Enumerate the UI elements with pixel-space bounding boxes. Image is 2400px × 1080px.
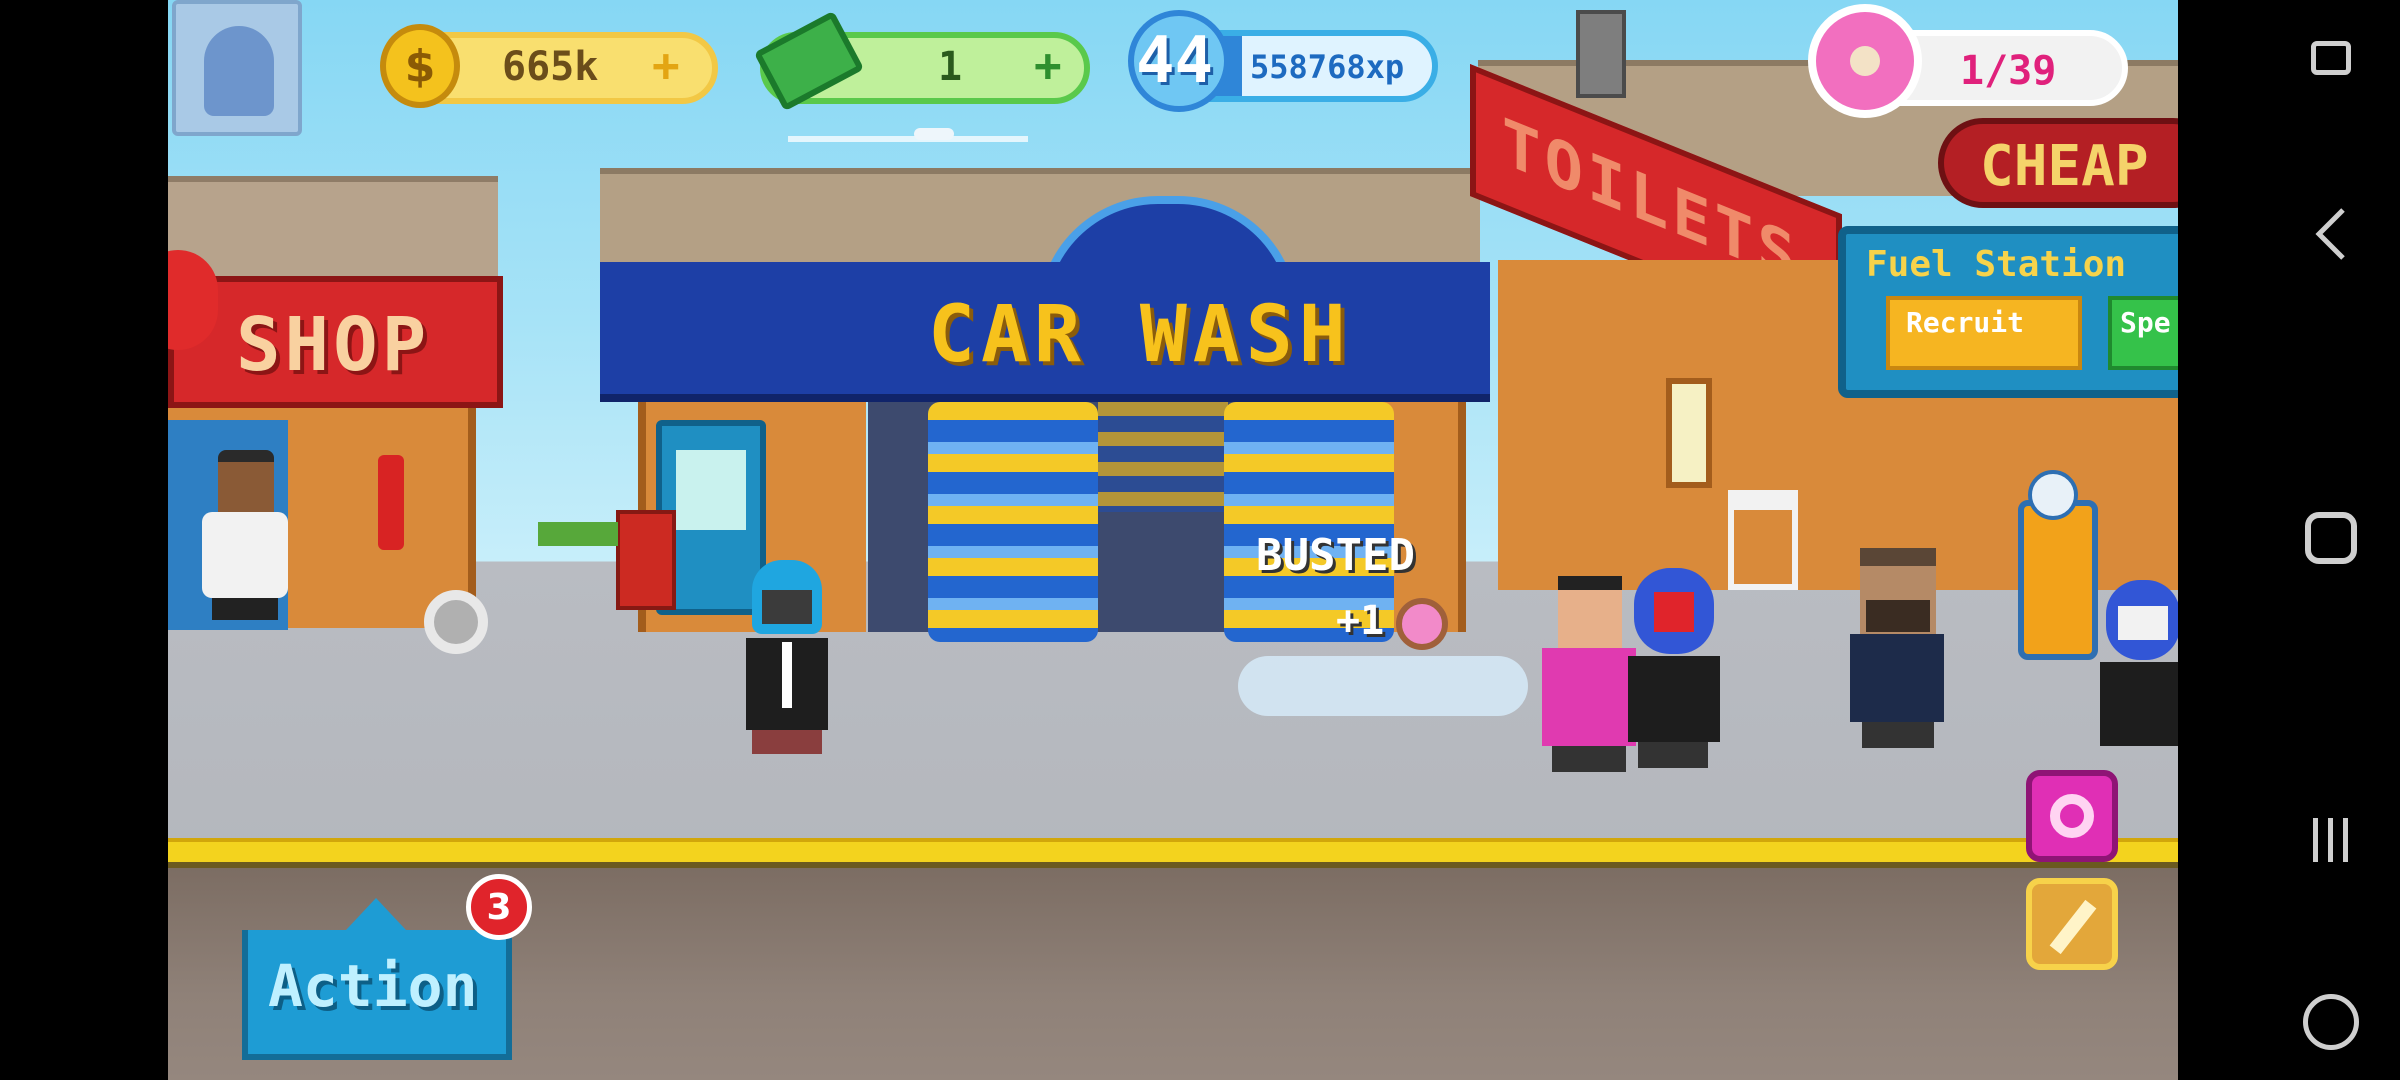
donut-icon	[1396, 598, 1448, 650]
action-notification-badge: 3	[466, 874, 532, 940]
airplane-icon	[788, 136, 1028, 142]
road-yellow-line	[168, 838, 2178, 868]
puddle	[1238, 656, 1528, 716]
coins-add-button[interactable]: +	[652, 38, 680, 92]
white-chair	[1728, 490, 1798, 590]
toilets-window	[1666, 378, 1712, 488]
fuel-pump-light	[2028, 470, 2078, 520]
avatar-silhouette-icon	[204, 26, 274, 116]
gang-member-bearded[interactable]	[1842, 548, 1952, 748]
recruit-button[interactable]: Recruit	[1886, 296, 2082, 370]
donut-value: 1/39	[1960, 48, 2057, 94]
speed-button[interactable]: Spe	[2108, 296, 2178, 370]
car-wash-sign: CAR WASH	[600, 262, 1490, 402]
player-character[interactable]	[742, 560, 832, 760]
car-wash-brush-left	[928, 402, 1098, 642]
fuel-station-title: Fuel Station	[1866, 244, 2127, 285]
action-badge-count: 3	[486, 886, 512, 928]
mailbox	[616, 510, 676, 610]
shopkeeper-character[interactable]	[196, 450, 292, 620]
upgrade-wrench-button[interactable]	[2026, 878, 2118, 970]
fuel-station-panel: Fuel Station Recruit Spe	[1838, 226, 2178, 398]
busted-popup-text: BUSTED	[1256, 530, 1415, 581]
cheap-sign-text: CHEAP	[1980, 134, 2149, 199]
gang-member-luchador[interactable]	[1620, 568, 1730, 768]
reward-popup-text: +1	[1336, 598, 1385, 644]
action-button-body: Action	[242, 930, 512, 1060]
gamepad-icon[interactable]	[2295, 986, 2367, 1058]
fuel-pump[interactable]	[2018, 500, 2098, 660]
profile-avatar[interactable]	[172, 0, 302, 136]
shop-roof	[168, 176, 498, 282]
shop-sign-text: SHOP	[236, 302, 431, 388]
speed-button-label: Spe	[2120, 306, 2171, 339]
keyboard-icon[interactable]	[2295, 22, 2367, 94]
coins-value: 665k	[502, 44, 599, 90]
xp-value: 558768xp	[1250, 48, 1405, 86]
grass-patch	[538, 522, 618, 546]
wrench-icon	[2049, 899, 2097, 955]
recent-apps-icon[interactable]	[2295, 804, 2367, 876]
back-icon[interactable]	[2295, 198, 2367, 270]
action-button-label: Action	[268, 952, 478, 1020]
airplane-body	[914, 128, 954, 140]
cheap-sign: CHEAP	[1938, 118, 2178, 208]
speaker-icon	[1576, 10, 1626, 98]
cash-value: 1	[938, 44, 963, 90]
car-wash-brush-back	[1098, 402, 1228, 512]
recruit-button-label: Recruit	[1906, 306, 2025, 339]
home-icon[interactable]	[2295, 502, 2367, 574]
wheel-icon	[424, 590, 488, 654]
donut-icon	[1808, 4, 1922, 118]
action-button-arrow	[346, 898, 406, 930]
gang-member-skull-mask[interactable]	[2098, 580, 2178, 770]
donut-icon	[2050, 794, 2094, 838]
fire-extinguisher-icon	[378, 455, 404, 550]
car-wash-sign-text: CAR WASH	[928, 290, 1352, 380]
donut-shop-button[interactable]	[2026, 770, 2118, 862]
game-viewport[interactable]: SHOP CAR WASH TOILETS CHEAP Fuel Station…	[168, 0, 2178, 1080]
shop-sign: SHOP	[168, 276, 503, 408]
cash-add-button[interactable]: +	[1034, 38, 1062, 92]
level-value: 44	[1136, 24, 1214, 98]
coin-icon: $	[380, 24, 460, 108]
